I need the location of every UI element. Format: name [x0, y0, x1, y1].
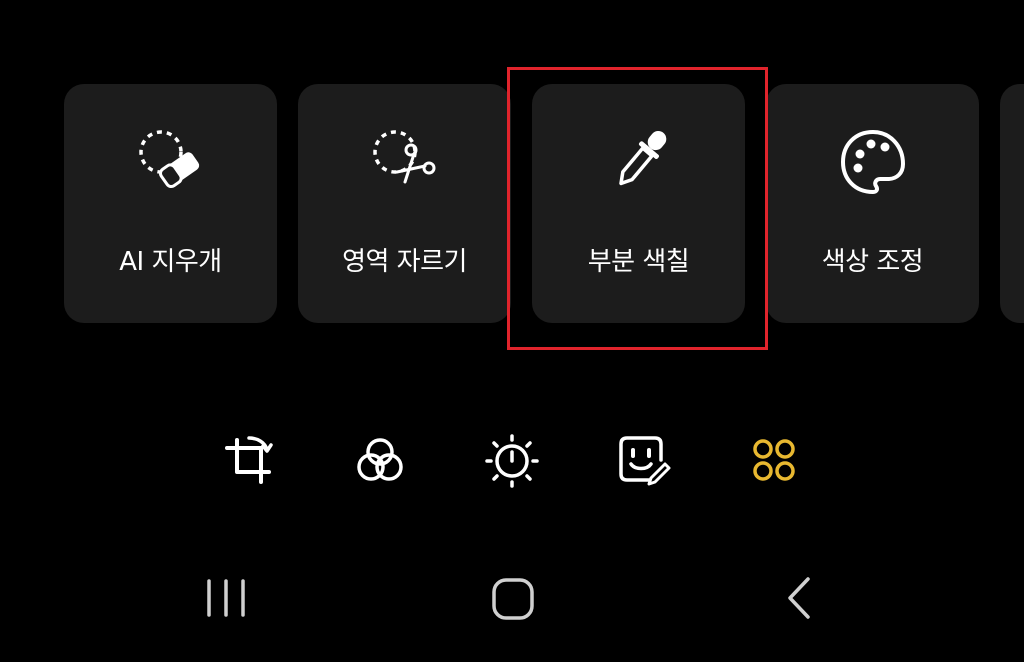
recent-apps-button[interactable]: [195, 567, 259, 631]
brightness-icon: [485, 434, 539, 488]
more-tools-button[interactable]: [744, 430, 804, 490]
home-button[interactable]: [481, 567, 545, 631]
area-cut-scissors-icon: [372, 130, 435, 184]
tool-label: AI 지우개: [119, 247, 222, 277]
back-button[interactable]: [768, 567, 832, 631]
crop-rotate-button[interactable]: [219, 430, 279, 490]
tool-label: 색상 조정: [821, 247, 924, 277]
tool-card-area-cut[interactable]: 영역 자르기: [298, 84, 511, 323]
filters-button[interactable]: [350, 430, 410, 490]
sticker-decorate-icon: [619, 436, 671, 486]
filters-icon: [357, 438, 403, 481]
palette-icon: [840, 130, 905, 194]
editor-screen: AI 지우개 영역 자르기 부분 색칠 색상 조정: [0, 0, 1024, 662]
tool-card-partial[interactable]: [1000, 84, 1024, 323]
sticker-decorate-button[interactable]: [613, 430, 673, 490]
brightness-button[interactable]: [482, 430, 542, 490]
crop-rotate-icon: [225, 436, 273, 484]
tool-card-partial-color[interactable]: 부분 색칠: [532, 84, 745, 323]
more-tools-icon: [753, 439, 795, 481]
back-icon: [788, 577, 810, 619]
tool-card-color-adjust[interactable]: 색상 조정: [766, 84, 979, 323]
tool-card-ai-eraser[interactable]: AI 지우개: [64, 84, 277, 323]
home-icon: [492, 578, 534, 620]
tool-label: 영역 자르기: [342, 247, 467, 277]
ai-eraser-icon: [138, 130, 199, 189]
recent-apps-icon: [207, 579, 245, 617]
eyedropper-icon: [618, 131, 666, 186]
tool-label: 부분 색칠: [587, 247, 690, 277]
